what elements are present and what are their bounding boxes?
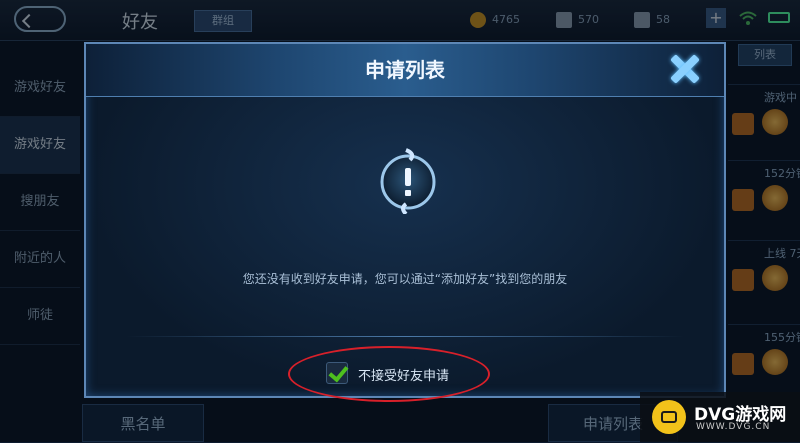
divider (126, 336, 684, 337)
empty-state-message: 您还没有收到好友申请，您可以通过“添加好友”找到您的朋友 (242, 272, 568, 286)
request-list-dialog: 申请列表 您还没有收到好友申请，您可以通过“添加好友”找到您的朋友 不接受好友申… (84, 42, 726, 398)
gamepad-icon (652, 400, 686, 434)
watermark-logo: DVG游戏网 WWW.DVG.CN (640, 392, 800, 442)
dialog-title: 申请列表 (365, 58, 445, 82)
close-button[interactable] (664, 50, 706, 88)
watermark-url: WWW.DVG.CN (696, 422, 771, 432)
alert-icon (380, 148, 436, 214)
highlight-annotation (288, 346, 490, 402)
